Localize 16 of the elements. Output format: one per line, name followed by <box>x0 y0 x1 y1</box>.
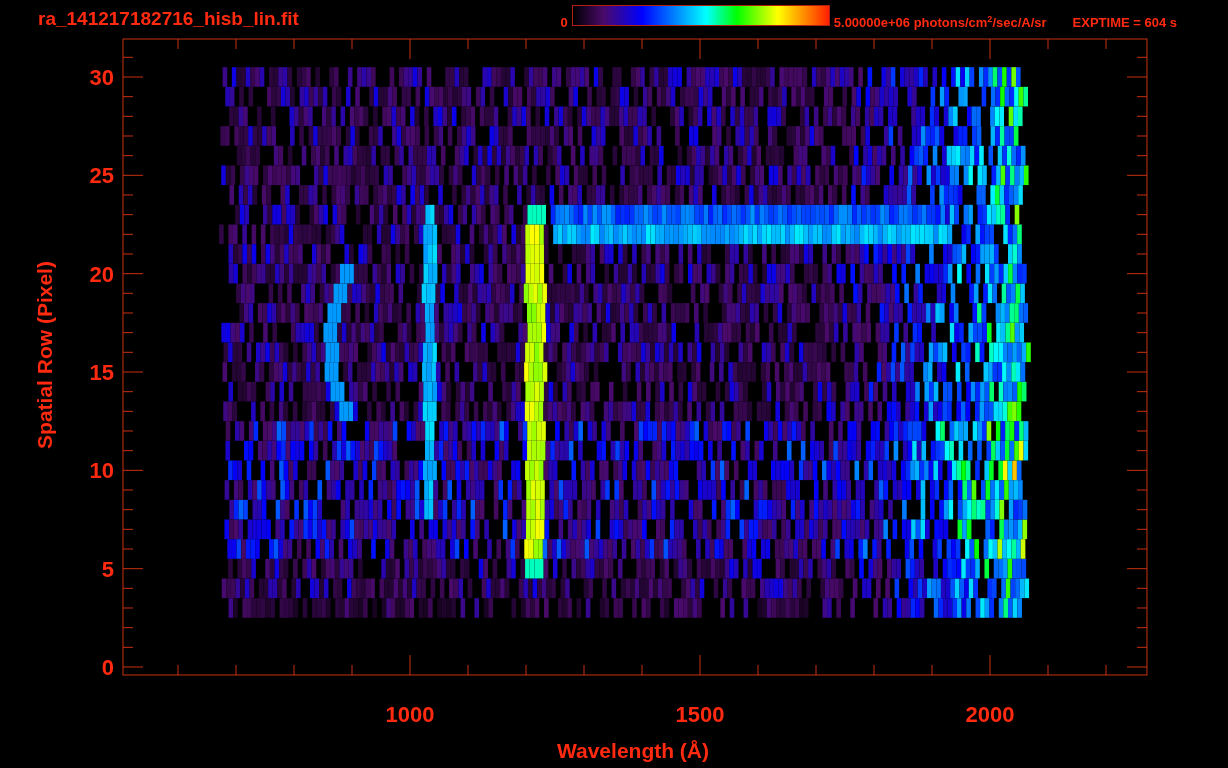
tick-label: 10 <box>89 458 114 484</box>
tick-label: 30 <box>89 65 114 90</box>
colorbar-min-label: 0 <box>560 14 568 30</box>
axis-title: Wavelength (Å) <box>556 739 710 762</box>
axis-title: Spatial Row (Pixel) <box>33 261 56 449</box>
tick-label: 5 <box>101 556 114 582</box>
colorbar-max-label: 5.00000e+06 photons/cm$^{2}$/sec/A/sr <box>833 13 1047 31</box>
tick-label: 25 <box>89 163 114 189</box>
tick-label: 1000 <box>385 702 435 727</box>
tick-label: 15 <box>89 360 114 385</box>
tick-label: 20 <box>89 261 114 287</box>
tick-label: 0 <box>101 655 114 680</box>
exposure-time: EXPTIME = 604 s <box>1072 14 1177 30</box>
file-title: ra_141217182716_hisb_lin.fit <box>38 8 299 30</box>
tick-label: 1500 <box>675 702 725 727</box>
tick-label: 2000 <box>965 702 1015 727</box>
